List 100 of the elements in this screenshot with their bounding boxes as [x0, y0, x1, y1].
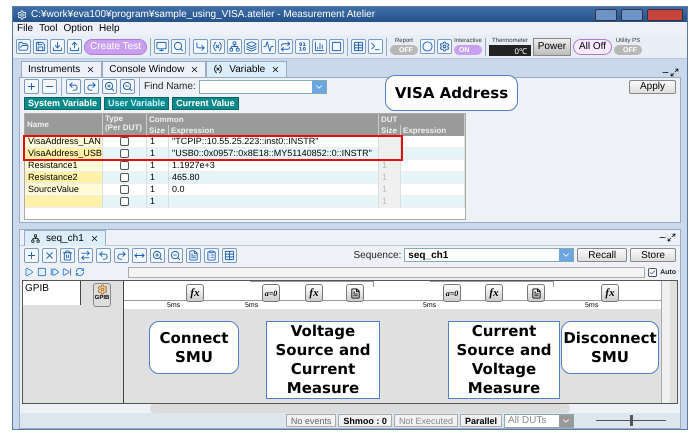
apply-button[interactable]: Apply [628, 80, 676, 94]
table-cell [401, 196, 465, 208]
power-button[interactable]: Power [532, 38, 571, 56]
subtab[interactable]: System Variable [24, 96, 102, 110]
per-dut-checkbox[interactable] [120, 148, 129, 158]
sequence-label: Sequence: [353, 250, 402, 260]
menu-item[interactable]: Tool [39, 22, 58, 34]
per-dut-checkbox[interactable] [120, 196, 129, 206]
panel-tab[interactable]: Variable [206, 60, 288, 77]
auto-checkbox[interactable] [648, 268, 658, 276]
subtab[interactable]: User Variable [104, 96, 170, 110]
maximize-icon[interactable] [670, 68, 679, 77]
play-icon[interactable] [24, 267, 34, 277]
per-dut-checkbox[interactable] [120, 184, 129, 194]
binary-icon[interactable] [294, 39, 310, 54]
stop-icon[interactable] [36, 267, 47, 277]
delete-icon[interactable] [42, 248, 57, 262]
callout: Disconnect SMU [561, 321, 659, 374]
maximize-icon[interactable] [667, 233, 676, 242]
close-icon[interactable] [190, 64, 200, 74]
panel-tab[interactable]: Console Window [102, 60, 206, 77]
maximize-button[interactable] [621, 8, 643, 21]
trash-icon[interactable] [60, 248, 75, 262]
list-icon[interactable] [204, 248, 219, 262]
open-icon[interactable] [16, 39, 31, 54]
lane-name: GPIB [23, 281, 81, 305]
save-icon[interactable] [33, 39, 48, 54]
panel-tab[interactable]: Instruments [21, 60, 102, 77]
recall-button[interactable]: Recall [577, 248, 628, 262]
close-icon[interactable] [271, 64, 280, 74]
sequence-tab[interactable]: seq_ch1 [24, 230, 106, 246]
vertical-scrollbar[interactable] [661, 281, 670, 403]
monitor-icon[interactable] [154, 39, 169, 54]
undo-icon[interactable] [66, 79, 81, 94]
callout: Voltage Source and Current Measure [266, 321, 380, 399]
column-header: Common [147, 114, 379, 125]
window-title: C:¥work¥eva100¥program¥sample_using_VISA.atelier - Measurement Atelier [31, 9, 376, 20]
add-icon[interactable] [24, 79, 39, 94]
close-icon[interactable] [90, 234, 99, 242]
grid-icon[interactable] [222, 248, 237, 262]
store-button[interactable]: Store [630, 248, 676, 262]
zoom-out-icon[interactable] [168, 248, 183, 262]
horizontal-scrollbar[interactable] [150, 404, 570, 413]
print-step-icon[interactable] [527, 284, 545, 302]
record-icon[interactable] [420, 39, 435, 54]
swap-icon[interactable] [78, 248, 93, 262]
redo-icon[interactable] [84, 79, 99, 94]
sequence-step[interactable]: a=0 [443, 284, 461, 302]
skip-icon[interactable] [62, 267, 72, 277]
subtab[interactable]: Current Value [172, 96, 239, 110]
sequence-step[interactable]: fx [186, 284, 204, 302]
variable-icon [213, 64, 224, 74]
expand-icon[interactable] [132, 248, 147, 262]
column-header: Expression [169, 124, 379, 136]
square-icon[interactable] [328, 39, 344, 54]
column-header: DUT [379, 114, 465, 125]
per-dut-checkbox[interactable] [120, 172, 129, 182]
menu-item[interactable]: Help [98, 22, 120, 34]
redo-icon[interactable] [114, 248, 129, 262]
name-cell: SourceValue [25, 184, 103, 196]
zoom-slider-thumb[interactable] [630, 415, 633, 426]
step-icon[interactable] [50, 267, 60, 277]
network-icon[interactable] [226, 39, 242, 54]
sequence-select[interactable]: seq_ch1 [404, 248, 574, 262]
close-icon[interactable] [86, 64, 96, 74]
column-header: Size [379, 124, 401, 136]
upload-icon[interactable] [67, 39, 82, 54]
name-cell: Resistance2 [25, 172, 103, 184]
zoom-in-icon[interactable] [150, 248, 165, 262]
zoom-out-icon[interactable] [120, 79, 135, 94]
column-header: Expression [401, 124, 465, 136]
grid-icon[interactable] [350, 39, 366, 54]
sequence-step[interactable]: fx [485, 284, 503, 302]
expression-cell: "USB0::0x0957::0x8E18::MY51140852::0::INSTR" [169, 148, 379, 160]
menu-item[interactable]: Option [63, 22, 93, 34]
repeat-icon[interactable] [75, 267, 85, 277]
search-icon[interactable] [170, 39, 186, 54]
print-step-icon[interactable] [346, 284, 364, 302]
sequence-step[interactable]: a=0 [262, 284, 280, 302]
document-icon[interactable] [186, 248, 201, 262]
zoom-in-icon[interactable] [102, 79, 117, 94]
close-button[interactable] [647, 8, 683, 21]
remove-icon[interactable] [42, 79, 57, 94]
download-icon[interactable] [50, 39, 65, 54]
find-name-field[interactable] [198, 80, 327, 94]
all-off-button[interactable]: All Off [572, 38, 612, 54]
variable-icon[interactable] [210, 39, 225, 54]
menu-item[interactable]: File [17, 22, 34, 34]
gear-icon[interactable] [436, 39, 452, 54]
undo-icon[interactable] [96, 248, 111, 262]
layers-icon[interactable] [244, 39, 259, 54]
sequence-step[interactable]: fx [601, 284, 619, 302]
loop-icon[interactable] [278, 39, 293, 54]
terminal-icon[interactable] [368, 39, 383, 54]
wave-icon[interactable] [260, 39, 276, 54]
size-cell: 1 [147, 172, 169, 184]
add-icon[interactable] [24, 248, 39, 262]
sequence-step[interactable]: fx [305, 284, 323, 302]
minimize-button[interactable] [595, 8, 617, 21]
dut-select[interactable]: All DUTs [504, 414, 574, 428]
